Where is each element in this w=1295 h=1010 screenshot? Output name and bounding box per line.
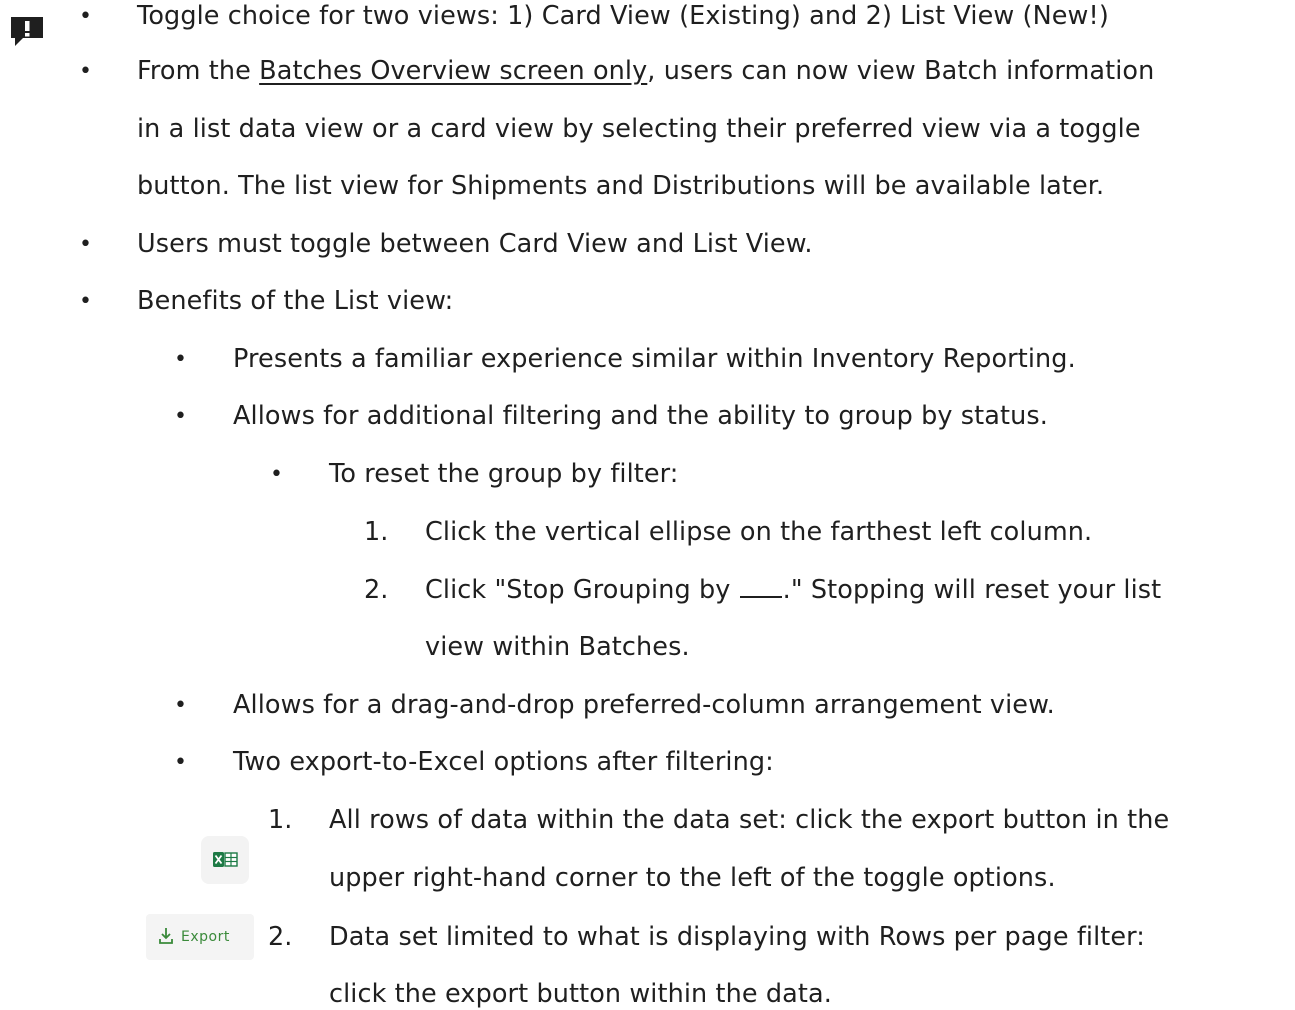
export-label: Export xyxy=(181,929,230,945)
text-line: Two export-to-Excel options after filter… xyxy=(233,747,774,777)
list-number: 2. xyxy=(364,575,389,605)
bullet: • xyxy=(174,347,187,372)
text-line: From the Batches Overview screen only, u… xyxy=(137,55,1154,87)
text-line: button. The list view for Shipments and … xyxy=(137,171,1105,201)
list-number: 2. xyxy=(268,922,293,952)
text-line: Allows for additional filtering and the … xyxy=(233,401,1048,431)
text-line: All rows of data within the data set: cl… xyxy=(329,805,1170,835)
download-icon xyxy=(159,928,173,944)
text-line: Benefits of the List view: xyxy=(137,286,454,316)
text-line: in a list data view or a card view by se… xyxy=(137,114,1141,144)
bullet: • xyxy=(79,232,92,257)
alert-comment-icon[interactable] xyxy=(10,14,44,48)
bullet: • xyxy=(79,289,92,314)
underlined-text: Batches Overview screen only xyxy=(259,56,648,86)
bullet: • xyxy=(79,59,92,84)
text-fragment: Click "Stop Grouping by xyxy=(425,575,739,605)
export-button[interactable]: Export xyxy=(146,914,254,960)
text-fragment: ." Stopping will reset your list xyxy=(782,575,1162,605)
text-line: Toggle choice for two views: 1) Card Vie… xyxy=(137,1,1109,31)
list-number: 1. xyxy=(364,517,389,547)
text-fragment: From the xyxy=(137,56,260,86)
text-line: Users must toggle between Card View and … xyxy=(137,229,813,259)
list-number: 1. xyxy=(268,805,293,835)
text-line: Allows for a drag-and-drop preferred-col… xyxy=(233,690,1055,720)
bullet: • xyxy=(174,693,187,718)
excel-icon[interactable] xyxy=(201,836,249,884)
text-fragment: , users can now view Batch information xyxy=(647,56,1155,86)
text-line: Click "Stop Grouping by ." Stopping will… xyxy=(425,574,1161,606)
text-line: Data set limited to what is displaying w… xyxy=(329,922,1145,952)
excel-glyph-icon xyxy=(213,852,238,867)
document-page: • Toggle choice for two views: 1) Card V… xyxy=(0,0,1295,1009)
text-line: Click the vertical ellipse on the farthe… xyxy=(425,517,1093,547)
text-line: view within Batches. xyxy=(425,632,690,662)
text-line: To reset the group by filter: xyxy=(329,459,679,489)
text-line: upper right-hand corner to the left of t… xyxy=(329,863,1056,893)
text-line: Presents a familiar experience similar w… xyxy=(233,344,1076,374)
bullet: • xyxy=(270,462,283,487)
bullet: • xyxy=(79,4,92,29)
text-line: click the export button within the data. xyxy=(329,979,832,1009)
bullet: • xyxy=(174,404,187,429)
fill-in-blank xyxy=(739,574,782,598)
bullet: • xyxy=(174,750,187,775)
